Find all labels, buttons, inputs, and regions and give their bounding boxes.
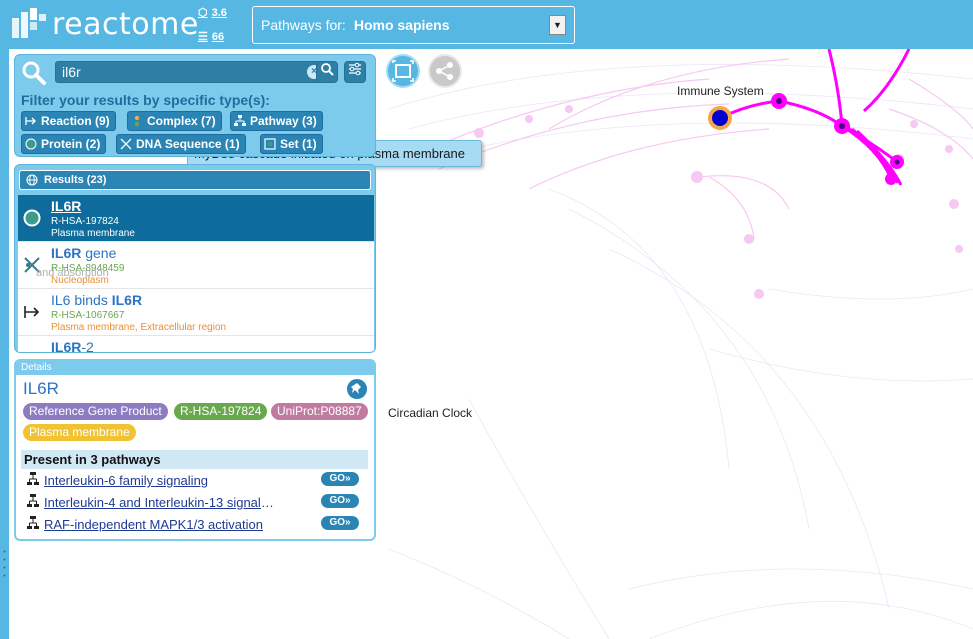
- result-item[interactable]: IL6R-2: [18, 336, 374, 352]
- circadian-clock-label[interactable]: Circadian Clock: [388, 406, 472, 420]
- pathway-icon: [27, 516, 39, 529]
- go-button[interactable]: GO»: [321, 516, 359, 530]
- reactome-browser: reactome ⬡ 3.6 ☰ 66 Pathways for: Homo s…: [0, 0, 973, 639]
- reaction-icon: [25, 117, 36, 125]
- pin-icon: [351, 383, 361, 394]
- complex-icon: [134, 115, 140, 127]
- hierarchy-icon: ☰: [198, 31, 208, 43]
- details-header: Details: [16, 361, 374, 375]
- details-panel: Details IL6R Reference Gene Product R-HS…: [14, 359, 376, 541]
- pathway-link[interactable]: RAF-independent MAPK1/3 activation: [44, 517, 276, 532]
- filter-protein[interactable]: Protein (2): [21, 134, 107, 154]
- result-id: R-HSA-197824: [51, 216, 119, 227]
- result-id: R-HSA-1067667: [51, 310, 125, 321]
- pathway-row[interactable]: RAF-independent MAPK1/3 activation GO»: [25, 515, 365, 535]
- results-panel: Results (23) IL6R R-HSA-197824 Plasma me…: [14, 164, 376, 353]
- species-value: Homo sapiens: [353, 17, 450, 33]
- results-list[interactable]: IL6R R-HSA-197824 Plasma membrane IL6R g…: [18, 195, 374, 352]
- drag-handle-icon[interactable]: • • • •: [2, 549, 7, 581]
- diagram-view-button[interactable]: [428, 54, 462, 88]
- result-name: IL6R: [51, 198, 82, 214]
- dna-icon: [120, 138, 132, 150]
- chevron-down-icon[interactable]: ▼: [549, 15, 566, 35]
- reaction-icon: [24, 306, 40, 318]
- go-button[interactable]: GO»: [321, 494, 359, 508]
- filter-pathway[interactable]: Pathway (3): [230, 111, 323, 131]
- reactome-logo[interactable]: reactome: [8, 4, 199, 44]
- search-panel: × Filter your results by specific type(s…: [14, 54, 376, 157]
- protein-icon: [25, 138, 37, 150]
- pathway-icon: [234, 115, 246, 126]
- pathway-icon: [27, 472, 39, 485]
- globe-icon: [26, 174, 38, 186]
- result-location: Plasma membrane: [51, 228, 135, 239]
- sliders-icon: [349, 62, 361, 76]
- db-version-link[interactable]: ☰ 66: [198, 30, 224, 44]
- search-icon: [22, 61, 46, 85]
- reactome-logo-icon: [12, 8, 46, 38]
- species-selector[interactable]: Pathways for: Homo sapiens ▼: [252, 6, 575, 44]
- selected-node: [712, 110, 728, 126]
- ghost-label: and absorption: [36, 267, 109, 279]
- logo-text: reactome: [52, 6, 199, 42]
- top-header: reactome ⬡ 3.6 ☰ 66 Pathways for: Homo s…: [0, 0, 973, 49]
- go-button[interactable]: GO»: [321, 472, 359, 486]
- result-name: IL6R-2: [51, 339, 94, 352]
- details-title: IL6R: [23, 379, 59, 398]
- protein-icon: [23, 209, 41, 227]
- pill-type: Reference Gene Product: [23, 403, 168, 420]
- result-name: IL6R gene: [51, 245, 117, 261]
- pill-uniprot[interactable]: UniProt:P08887: [271, 403, 368, 420]
- pathway-icon: [27, 494, 39, 507]
- version-link[interactable]: ⬡ 3.6: [198, 6, 227, 20]
- search-input[interactable]: [55, 61, 327, 83]
- pill-compartment: Plasma membrane: [23, 424, 136, 441]
- filter-complex[interactable]: Complex (7): [127, 111, 222, 131]
- result-item[interactable]: IL6R R-HSA-197824 Plasma membrane: [18, 195, 374, 242]
- fit-screen-icon: [392, 60, 414, 82]
- present-in-heading: Present in 3 pathways: [21, 450, 368, 469]
- highlighted-pathway: [719, 49, 911, 186]
- result-item[interactable]: IL6 binds IL6R R-HSA-1067667 Plasma memb…: [18, 289, 374, 336]
- cube-icon: ⬡: [198, 7, 208, 19]
- results-header[interactable]: Results (23): [19, 170, 371, 190]
- result-location: Plasma membrane, Extracellular region: [51, 322, 227, 333]
- species-label: Pathways for:: [261, 17, 346, 33]
- locate-button[interactable]: [347, 379, 367, 399]
- filter-set[interactable]: Set (1): [260, 134, 323, 154]
- network-icon: [436, 62, 453, 80]
- search-button[interactable]: [316, 61, 338, 83]
- pathway-row[interactable]: Interleukin-6 family signaling GO»: [25, 471, 365, 491]
- filter-dna-sequence[interactable]: DNA Sequence (1): [116, 134, 246, 154]
- pathway-row[interactable]: Interleukin-4 and Interleukin-13 signali…: [25, 493, 365, 513]
- filter-title: Filter your results by specific type(s):: [21, 92, 270, 108]
- left-edge-handle[interactable]: • • • •: [0, 49, 9, 639]
- search-small-icon: [321, 63, 334, 76]
- fit-view-button[interactable]: [386, 54, 420, 88]
- pill-stable-id: R-HSA-197824: [174, 403, 268, 420]
- immune-system-label[interactable]: Immune System: [677, 84, 764, 98]
- set-icon: [264, 138, 276, 150]
- pathway-link[interactable]: Interleukin-6 family signaling: [44, 473, 276, 488]
- result-name: IL6 binds IL6R: [51, 292, 143, 308]
- search-options-button[interactable]: [344, 61, 366, 83]
- result-item[interactable]: IL6R gene R-HSA-8948459 Nucleoplasm and …: [18, 242, 374, 289]
- filter-reaction[interactable]: Reaction (9): [21, 111, 116, 131]
- pathway-link[interactable]: Interleukin-4 and Interleukin-13 signali…: [44, 495, 276, 510]
